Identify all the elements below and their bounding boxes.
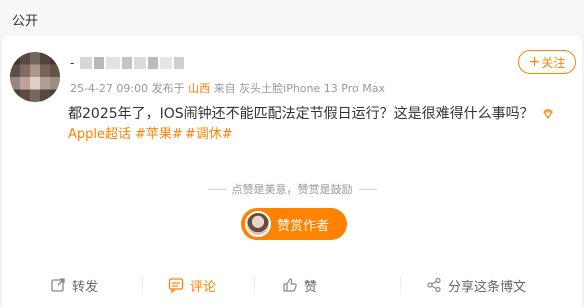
visibility-label: 公开 [12,14,39,29]
divider [400,276,401,294]
comment-button[interactable]: 评论 [168,272,216,298]
follow-button[interactable]: + 关注 [518,50,576,74]
post-meta: 25-4-27 09:00 发布于 山西 来自 灰头土脸iPhone 13 Pr… [70,80,385,96]
author-name[interactable]: - [70,56,192,70]
share-button[interactable]: 分享这条博文 [426,272,526,298]
tip-hint: 点赞是美意，赞赏是鼓励 [2,181,582,197]
thumbs-up-icon [283,278,297,292]
tip-author-button[interactable]: 赞赏作者 [241,208,347,240]
divider [142,276,143,294]
author-avatar[interactable] [10,52,60,102]
divider [254,276,255,294]
repost-label: 转发 [72,279,99,295]
post-topics: Apple超话 #苹果# #调休# [68,125,237,145]
share-icon [427,277,441,293]
plus-icon: + [528,54,541,70]
posted-in-label: 发布于 [151,82,185,95]
repost-button[interactable]: 转发 [50,272,98,298]
post-frame: 公开 - 25-4-27 09:00 发布于 山西 来自 灰头土脸iPhone … [0,0,584,307]
like-button[interactable]: 赞 [282,272,317,298]
from-label: 来自 [213,82,236,95]
author-avatar-small [245,211,271,237]
divider [207,188,226,190]
post-body: 都2025年了，IOS闹钟还不能匹配法定节假日运行？这是很难得什么事吗？ [68,106,534,122]
post-device: 灰头土脸iPhone 13 Pro Max [239,82,385,95]
visibility-bar: 公开 [0,0,584,36]
action-bar: 转发 评论 赞 分享这条博文 [2,272,582,298]
post-timestamp[interactable]: 25-4-27 09:00 [70,82,148,95]
topic-link[interactable]: #调休# [185,127,233,142]
follow-label: 关注 [541,55,566,70]
comment-icon [168,278,184,293]
author-name-prefix: - [70,56,75,70]
share-label: 分享这条博文 [448,279,527,295]
comment-label: 评论 [190,279,217,295]
topic-link[interactable]: #苹果# [135,127,183,142]
post-card: - 25-4-27 09:00 发布于 山西 来自 灰头土脸iPhone 13 … [2,36,582,307]
divider [358,188,377,190]
like-label: 赞 [304,279,318,295]
post-text: 都2025年了，IOS闹钟还不能匹配法定节假日运行？这是很难得什么事吗？ [68,104,554,124]
diamond-icon [543,109,553,120]
tip-author-label: 赞赏作者 [277,218,330,234]
repost-icon [51,278,65,292]
topic-link[interactable]: Apple超话 [68,127,131,142]
tip-hint-text: 点赞是美意，赞赏是鼓励 [231,183,353,196]
post-location: 山西 [188,82,211,95]
